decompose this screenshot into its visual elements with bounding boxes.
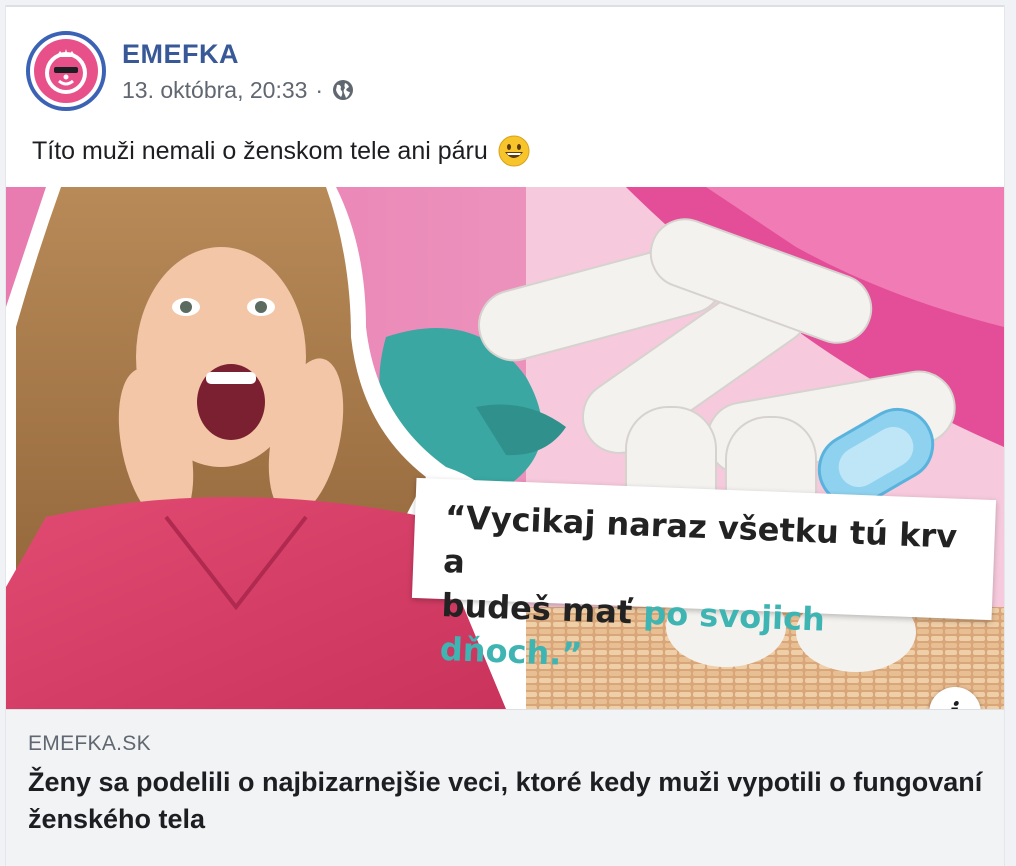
link-preview-image[interactable]: “Vycikaj naraz všetku tú krv a budeš mať… xyxy=(6,187,1004,709)
divider xyxy=(6,5,1004,7)
post-subline: 13. októbra, 20:33 · xyxy=(122,75,355,105)
globe-icon[interactable] xyxy=(331,78,355,102)
lion-logo-icon xyxy=(34,39,98,103)
grinning-face-emoji-icon xyxy=(498,135,530,167)
feed-post: EMEFKA 13. októbra, 20:33 · Títo muži ne… xyxy=(5,5,1005,866)
page-name-link[interactable]: EMEFKA xyxy=(122,37,355,71)
post-message-text: Títo muži nemali o ženskom tele ani páru xyxy=(32,137,488,165)
image-quote-line-2-start: budeš mať xyxy=(440,585,645,632)
link-headline[interactable]: Ženy sa podelili o najbizarnejšie veci, … xyxy=(28,764,988,838)
link-preview-card[interactable]: “Vycikaj naraz všetku tú krv a budeš mať… xyxy=(6,187,1004,866)
image-quote-card: “Vycikaj naraz všetku tú krv a budeš mať… xyxy=(411,477,997,673)
post-timestamp[interactable]: 13. októbra, 20:33 xyxy=(122,75,307,105)
post-meta: EMEFKA 13. októbra, 20:33 · xyxy=(122,37,355,105)
link-preview-footer[interactable]: EMEFKA.SK Ženy sa podelili o najbizarnej… xyxy=(6,709,1004,866)
post-header: EMEFKA 13. októbra, 20:33 · xyxy=(26,29,355,113)
separator-dot: · xyxy=(315,77,324,103)
link-domain: EMEFKA.SK xyxy=(28,732,151,755)
post-message: Títo muži nemali o ženskom tele ani páru xyxy=(32,131,530,171)
page-avatar[interactable] xyxy=(26,31,106,111)
